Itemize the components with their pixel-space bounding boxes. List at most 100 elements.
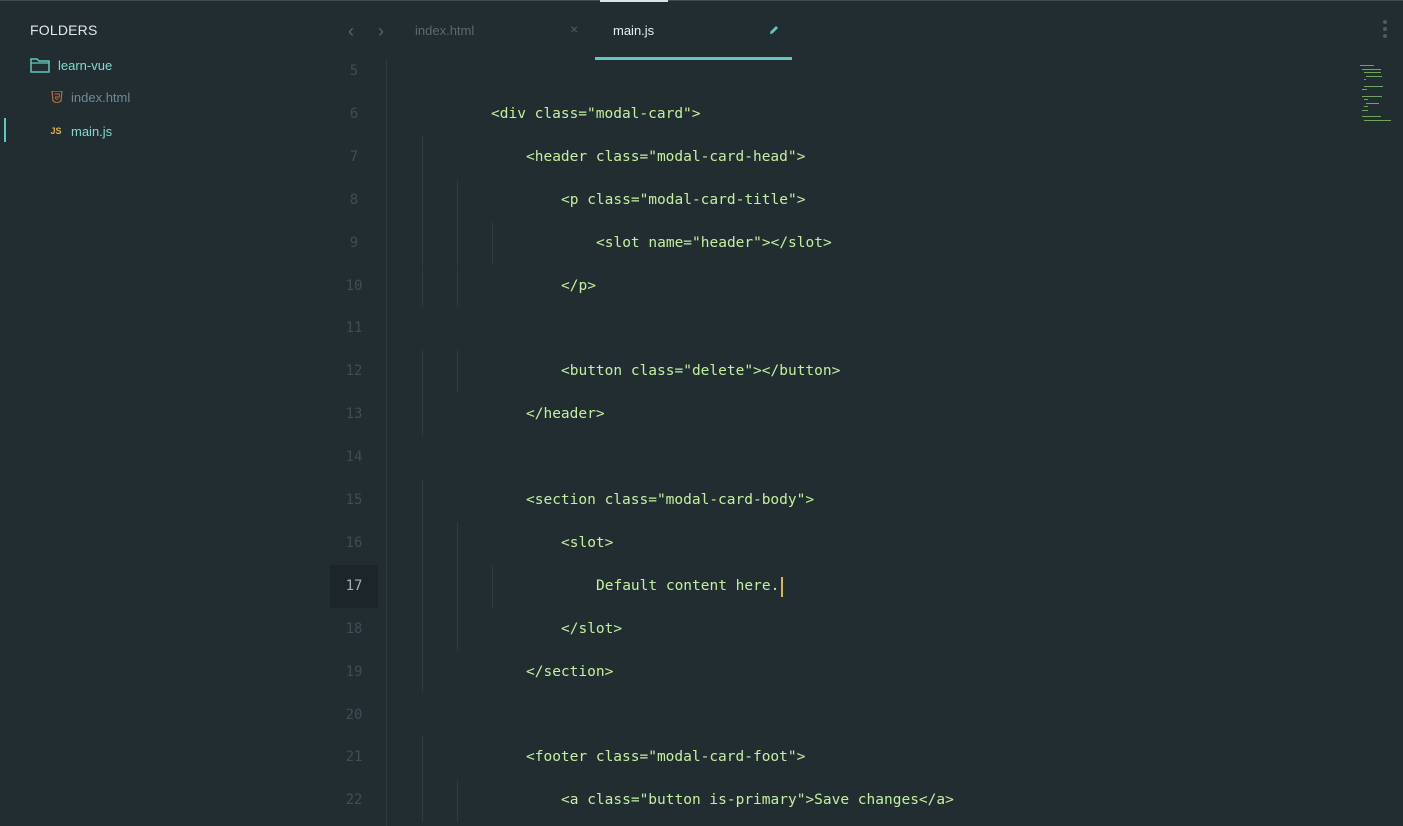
indent-guide xyxy=(422,221,423,265)
line-number: 12 xyxy=(345,363,363,380)
code-line[interactable]: 15 <section class="modal-card-body"> xyxy=(330,479,1350,522)
code-text: </section> xyxy=(526,663,614,680)
minimap-line xyxy=(1364,79,1367,80)
code-line[interactable]: 12 <button class="delete"></button> xyxy=(330,350,1350,394)
html5-icon xyxy=(51,91,63,103)
minimap-line xyxy=(1362,89,1368,91)
gutter-divider xyxy=(386,60,387,826)
minimap-line xyxy=(1362,116,1382,118)
line-number: 14 xyxy=(345,449,363,466)
minimap-line xyxy=(1360,65,1375,67)
code-line[interactable]: 17 Default content here. xyxy=(330,564,1350,608)
indent-guide xyxy=(457,607,458,651)
line-number: 21 xyxy=(345,749,363,766)
minimap-line xyxy=(1366,75,1383,77)
indent-guide xyxy=(422,264,423,308)
js-icon: JS xyxy=(50,126,62,136)
code-line[interactable]: 13 </header> xyxy=(330,393,1350,437)
code-text: <a class="button is-primary">Save change… xyxy=(561,792,954,809)
indent-guide xyxy=(422,393,423,437)
minimap-line xyxy=(1364,99,1368,101)
minimap-line xyxy=(1364,119,1391,121)
indent-guide xyxy=(457,178,458,222)
folder-label: learn-vue xyxy=(58,57,113,73)
code-text: </slot> xyxy=(561,620,623,637)
line-number: 18 xyxy=(345,620,363,637)
code-line[interactable]: 14 xyxy=(330,436,1350,479)
minimap-line xyxy=(1364,72,1381,74)
indent-guide xyxy=(457,221,458,265)
code-line[interactable]: 9 <slot name="header"></slot> xyxy=(330,221,1350,265)
indent-guide xyxy=(422,564,423,608)
line-number: 20 xyxy=(345,706,363,723)
indent-guide xyxy=(457,779,458,823)
code-line[interactable]: 11 xyxy=(330,307,1350,350)
line-number: 6 xyxy=(349,105,359,122)
code-text: <div class="modal-card"> xyxy=(491,105,701,122)
minimap-line xyxy=(1364,106,1369,108)
sidebar-file-index-html[interactable]: index.html xyxy=(0,86,330,108)
minimap-line xyxy=(1362,109,1368,111)
sidebar: FOLDERS learn-vue index.html JS main.js xyxy=(0,0,330,826)
code-text: <footer class="modal-card-foot"> xyxy=(526,749,806,766)
code-line[interactable]: 20 xyxy=(330,694,1350,737)
indent-guide xyxy=(422,178,423,222)
line-number: 9 xyxy=(349,234,359,251)
line-number: 16 xyxy=(345,534,363,551)
editor-window: FOLDERS learn-vue index.html JS main.js … xyxy=(0,0,1403,826)
more-vertical-icon[interactable] xyxy=(1381,20,1389,42)
indent-guide xyxy=(457,350,458,394)
code-text: Default content here. xyxy=(596,577,780,594)
text-cursor xyxy=(781,576,783,597)
code-line[interactable]: 18 </slot> xyxy=(330,607,1350,651)
sidebar-file-main-js[interactable]: JS main.js xyxy=(0,118,330,142)
sidebar-folder-learn-vue[interactable]: learn-vue xyxy=(30,54,112,76)
code-text: <section class="modal-card-body"> xyxy=(526,492,815,508)
code-line[interactable]: 22 <a class="button is-primary">Save chan… xyxy=(330,779,1350,823)
code-line[interactable]: 16 <slot> xyxy=(330,521,1350,565)
minimap[interactable] xyxy=(1356,60,1392,130)
line-number: 10 xyxy=(345,277,363,294)
chevron-left-icon[interactable]: ‹ xyxy=(342,20,360,42)
close-icon[interactable]: × xyxy=(570,21,578,37)
indent-guide xyxy=(457,521,458,565)
minimap-line xyxy=(1362,96,1382,97)
code-text: <p class="modal-card-title"> xyxy=(561,191,806,208)
code-line[interactable]: 6 <div class="modal-card"> xyxy=(330,93,1350,136)
line-number: 5 xyxy=(349,63,359,79)
tab-label: main.js xyxy=(613,23,655,38)
indent-guide xyxy=(422,607,423,651)
indent-guide xyxy=(422,350,423,394)
code-line[interactable]: 8 <p class="modal-card-title"> xyxy=(330,178,1350,222)
code-line[interactable]: 5 xyxy=(330,50,1350,93)
code-line[interactable]: 7 <header class="modal-card-head"> xyxy=(330,135,1350,179)
code-text: <header class="modal-card-head"> xyxy=(526,148,806,165)
folder-icon xyxy=(30,58,50,73)
active-file-indicator xyxy=(4,118,6,142)
minimap-line xyxy=(1366,102,1379,104)
line-number: 8 xyxy=(349,191,359,208)
indent-guide xyxy=(422,479,423,522)
sidebar-title: FOLDERS xyxy=(30,22,98,38)
file-label: index.html xyxy=(71,89,131,105)
file-label: main.js xyxy=(71,123,113,139)
indent-guide xyxy=(457,564,458,608)
indent-guide xyxy=(422,736,423,780)
pencil-icon[interactable] xyxy=(768,24,780,36)
line-number: 17 xyxy=(330,564,378,608)
tab-label: index.html xyxy=(415,23,475,38)
indent-guide xyxy=(492,221,493,265)
indent-guide xyxy=(422,650,423,694)
chevron-right-icon[interactable]: › xyxy=(372,20,390,42)
code-text: </header> xyxy=(526,406,605,423)
code-text: <button class="delete"></button> xyxy=(561,363,841,380)
code-line[interactable]: 21 <footer class="modal-card-foot"> xyxy=(330,736,1350,780)
code-text: <slot name="header"></slot> xyxy=(596,234,832,251)
code-line[interactable]: 10 </p> xyxy=(330,264,1350,308)
code-line[interactable]: 19 </section> xyxy=(330,650,1350,694)
indent-guide xyxy=(422,521,423,565)
indent-guide xyxy=(422,135,423,179)
code-text: <slot> xyxy=(561,534,614,551)
indent-guide xyxy=(492,564,493,608)
code-editor[interactable]: 5 6 <div class="modal-card"> 7 <header class… xyxy=(330,60,1350,826)
